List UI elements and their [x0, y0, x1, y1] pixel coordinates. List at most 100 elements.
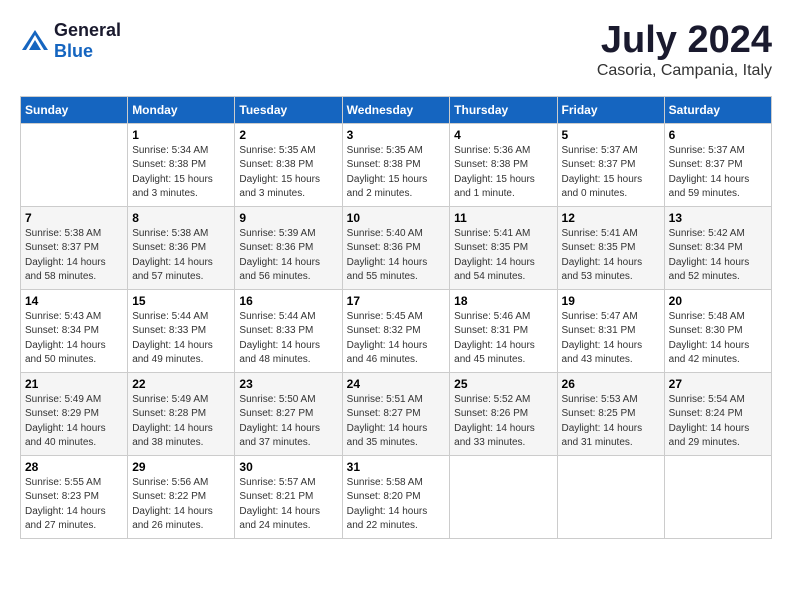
calendar-cell: 14 Sunrise: 5:43 AMSunset: 8:34 PMDayligh… — [21, 289, 128, 372]
day-number: 30 — [239, 460, 337, 474]
calendar-cell: 12 Sunrise: 5:41 AMSunset: 8:35 PMDayligh… — [557, 206, 664, 289]
header-cell-sunday: Sunday — [21, 96, 128, 123]
day-number: 20 — [669, 294, 767, 308]
day-info: Sunrise: 5:40 AMSunset: 8:36 PMDaylight:… — [347, 228, 428, 283]
day-number: 31 — [347, 460, 446, 474]
calendar-cell: 16 Sunrise: 5:44 AMSunset: 8:33 PMDayligh… — [235, 289, 342, 372]
day-number: 3 — [347, 128, 446, 142]
day-info: Sunrise: 5:44 AMSunset: 8:33 PMDaylight:… — [132, 311, 213, 366]
day-info: Sunrise: 5:53 AMSunset: 8:25 PMDaylight:… — [562, 394, 643, 449]
calendar-cell: 31 Sunrise: 5:58 AMSunset: 8:20 PMDayligh… — [342, 455, 450, 538]
day-info: Sunrise: 5:35 AMSunset: 8:38 PMDaylight:… — [347, 145, 428, 200]
day-info: Sunrise: 5:51 AMSunset: 8:27 PMDaylight:… — [347, 394, 428, 449]
day-number: 2 — [239, 128, 337, 142]
day-info: Sunrise: 5:57 AMSunset: 8:21 PMDaylight:… — [239, 477, 320, 532]
day-number: 10 — [347, 211, 446, 225]
calendar-cell: 10 Sunrise: 5:40 AMSunset: 8:36 PMDayligh… — [342, 206, 450, 289]
page-header: General Blue July 2024 Casoria, Campania… — [20, 20, 772, 80]
day-number: 1 — [132, 128, 230, 142]
calendar-cell: 23 Sunrise: 5:50 AMSunset: 8:27 PMDayligh… — [235, 372, 342, 455]
calendar-cell: 5 Sunrise: 5:37 AMSunset: 8:37 PMDaylight… — [557, 123, 664, 206]
calendar-cell: 30 Sunrise: 5:57 AMSunset: 8:21 PMDayligh… — [235, 455, 342, 538]
calendar-cell: 27 Sunrise: 5:54 AMSunset: 8:24 PMDayligh… — [664, 372, 771, 455]
day-info: Sunrise: 5:48 AMSunset: 8:30 PMDaylight:… — [669, 311, 750, 366]
location-subtitle: Casoria, Campania, Italy — [597, 62, 772, 80]
day-number: 28 — [25, 460, 123, 474]
day-number: 13 — [669, 211, 767, 225]
calendar-cell: 8Sunrise: 5:38 AMSunset: 8:36 PMDaylight… — [128, 206, 235, 289]
calendar-cell: 6Sunrise: 5:37 AMSunset: 8:37 PMDaylight… — [664, 123, 771, 206]
header-cell-thursday: Thursday — [450, 96, 557, 123]
day-info: Sunrise: 5:49 AMSunset: 8:28 PMDaylight:… — [132, 394, 213, 449]
header-cell-saturday: Saturday — [664, 96, 771, 123]
day-info: Sunrise: 5:44 AMSunset: 8:33 PMDaylight:… — [239, 311, 320, 366]
day-info: Sunrise: 5:45 AMSunset: 8:32 PMDaylight:… — [347, 311, 428, 366]
calendar-cell: 28 Sunrise: 5:55 AMSunset: 8:23 PMDayligh… — [21, 455, 128, 538]
day-number: 18 — [454, 294, 552, 308]
day-number: 29 — [132, 460, 230, 474]
day-info: Sunrise: 5:36 AMSunset: 8:38 PMDaylight:… — [454, 145, 535, 200]
calendar-cell: 19Sunrise: 5:47 AMSunset: 8:31 PMDayligh… — [557, 289, 664, 372]
calendar-week-3: 14 Sunrise: 5:43 AMSunset: 8:34 PMDayligh… — [21, 289, 772, 372]
calendar-cell: 2 Sunrise: 5:35 AMSunset: 8:38 PMDaylight… — [235, 123, 342, 206]
day-number: 9 — [239, 211, 337, 225]
month-year-title: July 2024 — [597, 20, 772, 62]
day-info: Sunrise: 5:39 AMSunset: 8:36 PMDaylight:… — [239, 228, 320, 283]
day-info: Sunrise: 5:42 AMSunset: 8:34 PMDaylight:… — [669, 228, 750, 283]
day-info: Sunrise: 5:34 AMSunset: 8:38 PMDaylight:… — [132, 145, 213, 200]
calendar-cell: 17Sunrise: 5:45 AMSunset: 8:32 PMDayligh… — [342, 289, 450, 372]
day-info: Sunrise: 5:54 AMSunset: 8:24 PMDaylight:… — [669, 394, 750, 449]
day-number: 23 — [239, 377, 337, 391]
day-number: 14 — [25, 294, 123, 308]
calendar-cell: 9 Sunrise: 5:39 AMSunset: 8:36 PMDaylight… — [235, 206, 342, 289]
calendar-week-5: 28 Sunrise: 5:55 AMSunset: 8:23 PMDayligh… — [21, 455, 772, 538]
day-number: 15 — [132, 294, 230, 308]
logo-text-general: General — [54, 20, 121, 40]
calendar-cell: 4Sunrise: 5:36 AMSunset: 8:38 PMDaylight… — [450, 123, 557, 206]
day-number: 7 — [25, 211, 123, 225]
day-number: 12 — [562, 211, 660, 225]
logo: General Blue — [20, 20, 121, 62]
day-number: 22 — [132, 377, 230, 391]
day-info: Sunrise: 5:35 AMSunset: 8:38 PMDaylight:… — [239, 145, 320, 200]
calendar-cell: 1 Sunrise: 5:34 AMSunset: 8:38 PMDaylight… — [128, 123, 235, 206]
day-number: 6 — [669, 128, 767, 142]
day-info: Sunrise: 5:55 AMSunset: 8:23 PMDaylight:… — [25, 477, 106, 532]
day-number: 8 — [132, 211, 230, 225]
calendar-cell: 11Sunrise: 5:41 AMSunset: 8:35 PMDayligh… — [450, 206, 557, 289]
calendar-table: SundayMondayTuesdayWednesdayThursdayFrid… — [20, 96, 772, 539]
calendar-cell: 29 Sunrise: 5:56 AMSunset: 8:22 PMDayligh… — [128, 455, 235, 538]
logo-text-blue: Blue — [54, 41, 93, 61]
day-info: Sunrise: 5:38 AMSunset: 8:37 PMDaylight:… — [25, 228, 106, 283]
calendar-cell: 24 Sunrise: 5:51 AMSunset: 8:27 PMDayligh… — [342, 372, 450, 455]
day-info: Sunrise: 5:49 AMSunset: 8:29 PMDaylight:… — [25, 394, 106, 449]
calendar-header: SundayMondayTuesdayWednesdayThursdayFrid… — [21, 96, 772, 123]
header-cell-monday: Monday — [128, 96, 235, 123]
logo-icon — [20, 26, 50, 56]
header-cell-tuesday: Tuesday — [235, 96, 342, 123]
calendar-cell: 18 Sunrise: 5:46 AMSunset: 8:31 PMDayligh… — [450, 289, 557, 372]
day-info: Sunrise: 5:56 AMSunset: 8:22 PMDaylight:… — [132, 477, 213, 532]
day-number: 26 — [562, 377, 660, 391]
day-number: 16 — [239, 294, 337, 308]
calendar-cell — [450, 455, 557, 538]
day-info: Sunrise: 5:46 AMSunset: 8:31 PMDaylight:… — [454, 311, 535, 366]
day-number: 24 — [347, 377, 446, 391]
calendar-week-1: 1 Sunrise: 5:34 AMSunset: 8:38 PMDaylight… — [21, 123, 772, 206]
calendar-body: 1 Sunrise: 5:34 AMSunset: 8:38 PMDaylight… — [21, 123, 772, 538]
day-info: Sunrise: 5:52 AMSunset: 8:26 PMDaylight:… — [454, 394, 535, 449]
calendar-cell — [664, 455, 771, 538]
day-number: 19 — [562, 294, 660, 308]
day-info: Sunrise: 5:50 AMSunset: 8:27 PMDaylight:… — [239, 394, 320, 449]
calendar-cell: 21Sunrise: 5:49 AMSunset: 8:29 PMDayligh… — [21, 372, 128, 455]
day-info: Sunrise: 5:43 AMSunset: 8:34 PMDaylight:… — [25, 311, 106, 366]
calendar-cell: 7 Sunrise: 5:38 AMSunset: 8:37 PMDaylight… — [21, 206, 128, 289]
day-number: 27 — [669, 377, 767, 391]
header-cell-friday: Friday — [557, 96, 664, 123]
header-row: SundayMondayTuesdayWednesdayThursdayFrid… — [21, 96, 772, 123]
day-info: Sunrise: 5:37 AMSunset: 8:37 PMDaylight:… — [562, 145, 643, 200]
day-number: 5 — [562, 128, 660, 142]
day-number: 25 — [454, 377, 552, 391]
day-info: Sunrise: 5:41 AMSunset: 8:35 PMDaylight:… — [562, 228, 643, 283]
day-info: Sunrise: 5:58 AMSunset: 8:20 PMDaylight:… — [347, 477, 428, 532]
